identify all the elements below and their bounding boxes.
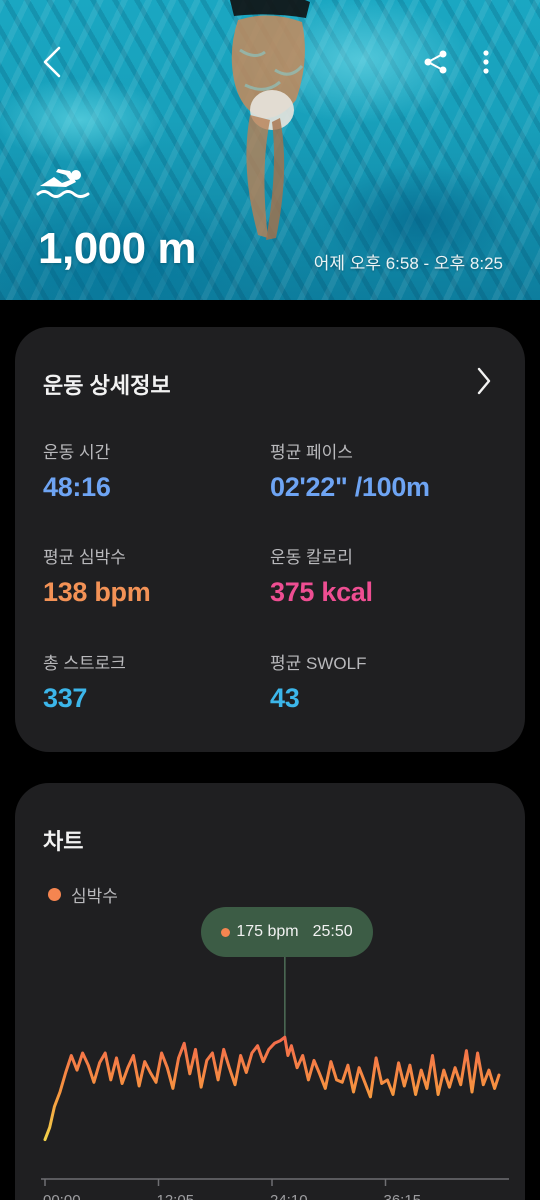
tooltip-bpm: 175 bpm <box>236 923 299 940</box>
metric-label: 운동 칼로리 <box>270 548 353 567</box>
chart-card: 차트 심박수 00:0012:0524:1036:15 175 bpm 25:5… <box>15 783 525 1200</box>
details-card-title: 운동 상세정보 <box>43 373 171 398</box>
share-icon <box>424 50 447 74</box>
x-tick-label: 24:10 <box>270 1192 308 1200</box>
metric-avg-swolf: 평균 SWOLF 43 <box>270 649 366 714</box>
workout-hero-image: 1,000 m 어제 오후 6:58 - 오후 8:25 <box>0 0 540 300</box>
workout-details-card[interactable]: 운동 상세정보 운동 시간 48:16 평균 페이스 02'22" /100m … <box>15 327 525 752</box>
metric-value: 43 <box>270 683 300 713</box>
workout-distance: 1,000 m <box>38 224 196 273</box>
back-button[interactable] <box>30 40 74 84</box>
share-button[interactable] <box>414 40 458 84</box>
metric-value: 375 kcal <box>270 577 373 607</box>
metric-label: 평균 심박수 <box>43 548 126 567</box>
tooltip-dot <box>221 927 231 937</box>
metric-calories: 운동 칼로리 375 kcal <box>270 543 373 608</box>
tooltip-time: 25:50 <box>312 923 353 940</box>
x-tick-label: 12:05 <box>157 1192 195 1200</box>
tooltip-value: 175 bpm <box>221 923 299 941</box>
metric-value: 337 <box>43 683 88 713</box>
swimming-icon <box>36 169 90 198</box>
chevron-right-icon <box>477 367 491 395</box>
metric-avg-heart-rate: 평균 심박수 138 bpm <box>43 543 151 608</box>
metric-label: 평균 페이스 <box>270 443 353 462</box>
more-vertical-icon <box>483 50 489 74</box>
more-options-button[interactable] <box>468 40 504 84</box>
x-tick-label: 00:00 <box>43 1192 81 1200</box>
swimmer-photo <box>230 0 310 240</box>
metric-total-strokes: 총 스트로크 337 <box>43 649 126 714</box>
metric-value: 138 bpm <box>43 577 151 607</box>
details-open-button[interactable] <box>469 363 499 399</box>
chart-tooltip: 175 bpm 25:50 <box>201 907 373 957</box>
metric-value: 48:16 <box>43 472 111 502</box>
x-axis-ticks: 00:00 12:05 24:10 36:15 <box>43 1179 421 1200</box>
heart-rate-chart[interactable]: 00:00 12:05 24:10 36:15 <box>15 783 525 1200</box>
metric-avg-pace: 평균 페이스 02'22" /100m <box>270 438 430 503</box>
heart-rate-series-line <box>43 1035 501 1142</box>
workout-time-range: 어제 오후 6:58 - 오후 8:25 <box>313 254 503 273</box>
metric-value: 02'22" /100m <box>270 472 430 502</box>
metric-duration: 운동 시간 48:16 <box>43 438 111 503</box>
x-tick-label: 36:15 <box>384 1192 422 1200</box>
metric-label: 평균 SWOLF <box>270 654 367 673</box>
metric-label: 총 스트로크 <box>43 654 126 673</box>
back-arrow-icon <box>43 46 61 78</box>
metric-label: 운동 시간 <box>43 443 111 462</box>
